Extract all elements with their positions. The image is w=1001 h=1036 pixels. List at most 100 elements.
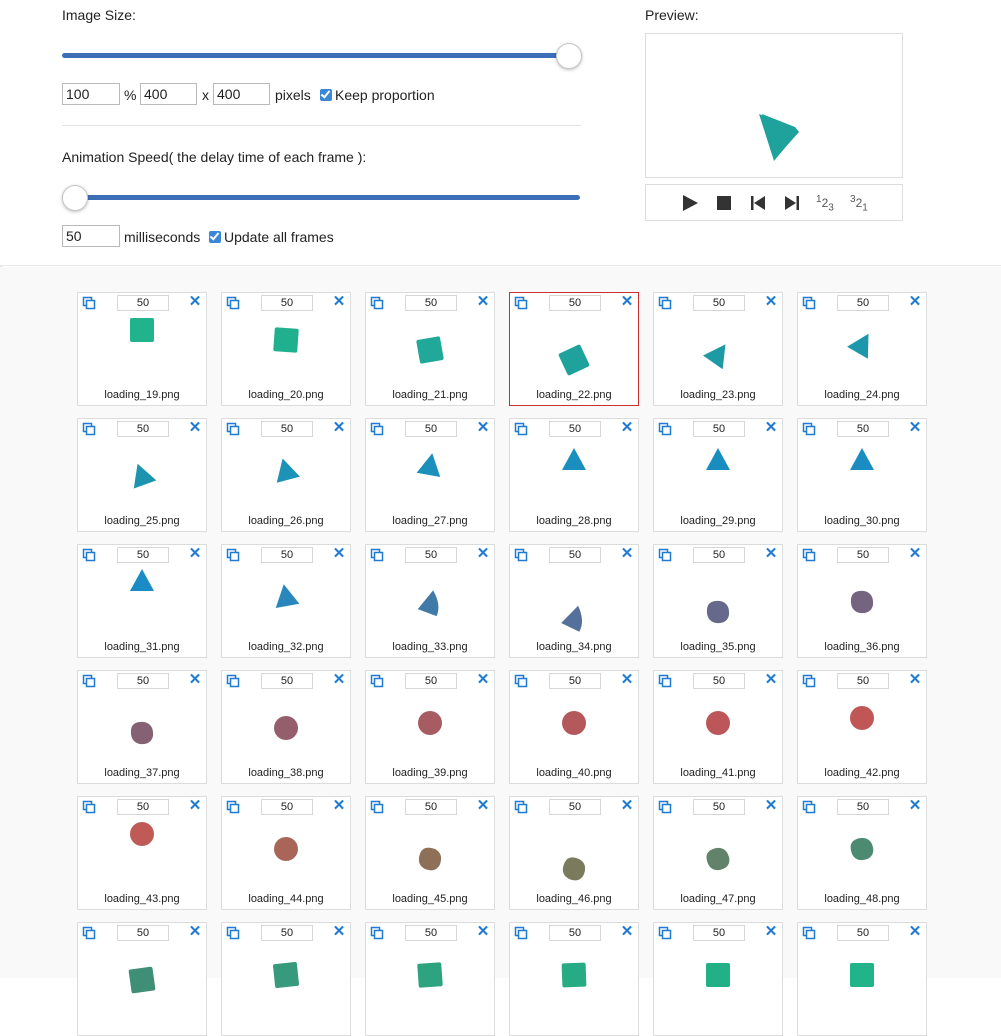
frame-delay-input[interactable]: 50 <box>837 673 889 689</box>
frame-delay-input[interactable]: 50 <box>549 673 601 689</box>
delete-frame-icon[interactable]: ✕ <box>332 294 346 309</box>
duplicate-frame-icon[interactable] <box>82 926 96 940</box>
duplicate-frame-icon[interactable] <box>514 548 528 562</box>
frame-card[interactable]: 50 ✕ loading_46.png <box>509 796 639 910</box>
delete-frame-icon[interactable]: ✕ <box>908 798 922 813</box>
animation-speed-slider-thumb[interactable] <box>62 185 88 211</box>
frame-card[interactable]: 50 ✕ loading_27.png <box>365 418 495 532</box>
duplicate-frame-icon[interactable] <box>802 548 816 562</box>
duplicate-frame-icon[interactable] <box>802 422 816 436</box>
frame-delay-input[interactable]: 50 <box>261 925 313 941</box>
frame-delay-input[interactable]: 50 <box>117 295 169 311</box>
frame-delay-input[interactable]: 50 <box>837 295 889 311</box>
delete-frame-icon[interactable]: ✕ <box>764 672 778 687</box>
frame-card[interactable]: 50 ✕ loading_29.png <box>653 418 783 532</box>
duplicate-frame-icon[interactable] <box>370 674 384 688</box>
width-input[interactable] <box>140 83 197 105</box>
frame-delay-input[interactable]: 50 <box>549 547 601 563</box>
delete-frame-icon[interactable]: ✕ <box>188 672 202 687</box>
delete-frame-icon[interactable]: ✕ <box>908 546 922 561</box>
frame-card[interactable]: 50 ✕ loading_37.png <box>77 670 207 784</box>
frame-card[interactable]: 50 ✕ loading_21.png <box>365 292 495 406</box>
frame-card[interactable]: 50 ✕ loading_30.png <box>797 418 927 532</box>
frame-delay-input[interactable]: 50 <box>549 295 601 311</box>
duplicate-frame-icon[interactable] <box>802 674 816 688</box>
delete-frame-icon[interactable]: ✕ <box>332 798 346 813</box>
duplicate-frame-icon[interactable] <box>658 422 672 436</box>
duplicate-frame-icon[interactable] <box>370 800 384 814</box>
frame-delay-input[interactable]: 50 <box>261 799 313 815</box>
frame-delay-input[interactable]: 50 <box>117 799 169 815</box>
duplicate-frame-icon[interactable] <box>226 926 240 940</box>
duplicate-frame-icon[interactable] <box>802 800 816 814</box>
frame-card[interactable]: 50 ✕ loading_28.png <box>509 418 639 532</box>
duplicate-frame-icon[interactable] <box>514 800 528 814</box>
frame-delay-input[interactable]: 50 <box>117 421 169 437</box>
delete-frame-icon[interactable]: ✕ <box>188 294 202 309</box>
delete-frame-icon[interactable]: ✕ <box>476 798 490 813</box>
delay-input[interactable] <box>62 225 120 247</box>
duplicate-frame-icon[interactable] <box>82 548 96 562</box>
duplicate-frame-icon[interactable] <box>514 926 528 940</box>
frame-delay-input[interactable]: 50 <box>117 547 169 563</box>
duplicate-frame-icon[interactable] <box>226 422 240 436</box>
image-size-slider[interactable] <box>62 43 582 69</box>
frame-delay-input[interactable]: 50 <box>549 421 601 437</box>
order-reverse-icon[interactable]: 321 <box>850 194 878 214</box>
frame-delay-input[interactable]: 50 <box>405 421 457 437</box>
delete-frame-icon[interactable]: ✕ <box>764 294 778 309</box>
height-input[interactable] <box>213 83 270 105</box>
frame-card[interactable]: 50 ✕ loading_47.png <box>653 796 783 910</box>
duplicate-frame-icon[interactable] <box>82 296 96 310</box>
duplicate-frame-icon[interactable] <box>514 422 528 436</box>
duplicate-frame-icon[interactable] <box>658 800 672 814</box>
duplicate-frame-icon[interactable] <box>82 674 96 688</box>
frame-delay-input[interactable]: 50 <box>405 673 457 689</box>
frame-card[interactable]: 50 ✕ loading_36.png <box>797 544 927 658</box>
frame-delay-input[interactable]: 50 <box>261 673 313 689</box>
delete-frame-icon[interactable]: ✕ <box>332 672 346 687</box>
skip-back-icon[interactable] <box>748 193 768 213</box>
delete-frame-icon[interactable]: ✕ <box>908 420 922 435</box>
duplicate-frame-icon[interactable] <box>370 926 384 940</box>
frame-delay-input[interactable]: 50 <box>549 799 601 815</box>
frame-delay-input[interactable]: 50 <box>837 799 889 815</box>
duplicate-frame-icon[interactable] <box>802 296 816 310</box>
delete-frame-icon[interactable]: ✕ <box>476 924 490 939</box>
frame-delay-input[interactable]: 50 <box>261 295 313 311</box>
frame-delay-input[interactable]: 50 <box>405 799 457 815</box>
delete-frame-icon[interactable]: ✕ <box>620 672 634 687</box>
frame-card[interactable]: 50 ✕ loading_43.png <box>77 796 207 910</box>
frame-delay-input[interactable]: 50 <box>549 925 601 941</box>
frame-delay-input[interactable]: 50 <box>837 547 889 563</box>
duplicate-frame-icon[interactable] <box>658 926 672 940</box>
frame-card[interactable]: 50 ✕ loading_42.png <box>797 670 927 784</box>
frame-delay-input[interactable]: 50 <box>837 925 889 941</box>
keep-proportion-checkbox[interactable] <box>320 89 332 101</box>
play-icon[interactable] <box>680 193 700 213</box>
frame-delay-input[interactable]: 50 <box>693 673 745 689</box>
update-all-frames-checkbox[interactable] <box>209 231 221 243</box>
duplicate-frame-icon[interactable] <box>82 422 96 436</box>
frame-card[interactable]: 50 ✕ loading_34.png <box>509 544 639 658</box>
frame-delay-input[interactable]: 50 <box>693 421 745 437</box>
frame-card[interactable]: 50 ✕ loading_33.png <box>365 544 495 658</box>
frame-delay-input[interactable]: 50 <box>117 673 169 689</box>
frame-delay-input[interactable]: 50 <box>837 421 889 437</box>
delete-frame-icon[interactable]: ✕ <box>764 798 778 813</box>
stop-icon[interactable] <box>714 193 734 213</box>
frame-delay-input[interactable]: 50 <box>261 547 313 563</box>
delete-frame-icon[interactable]: ✕ <box>908 672 922 687</box>
frame-card[interactable]: 50 ✕ loading_45.png <box>365 796 495 910</box>
frame-card[interactable]: 50 ✕ loading_44.png <box>221 796 351 910</box>
delete-frame-icon[interactable]: ✕ <box>188 420 202 435</box>
frame-delay-input[interactable]: 50 <box>261 421 313 437</box>
delete-frame-icon[interactable]: ✕ <box>620 924 634 939</box>
duplicate-frame-icon[interactable] <box>658 674 672 688</box>
frame-card[interactable]: 50 ✕ loading_40.png <box>509 670 639 784</box>
frame-delay-input[interactable]: 50 <box>693 799 745 815</box>
delete-frame-icon[interactable]: ✕ <box>332 924 346 939</box>
frame-card[interactable]: 50 ✕ <box>365 922 495 1036</box>
duplicate-frame-icon[interactable] <box>370 296 384 310</box>
delete-frame-icon[interactable]: ✕ <box>332 420 346 435</box>
